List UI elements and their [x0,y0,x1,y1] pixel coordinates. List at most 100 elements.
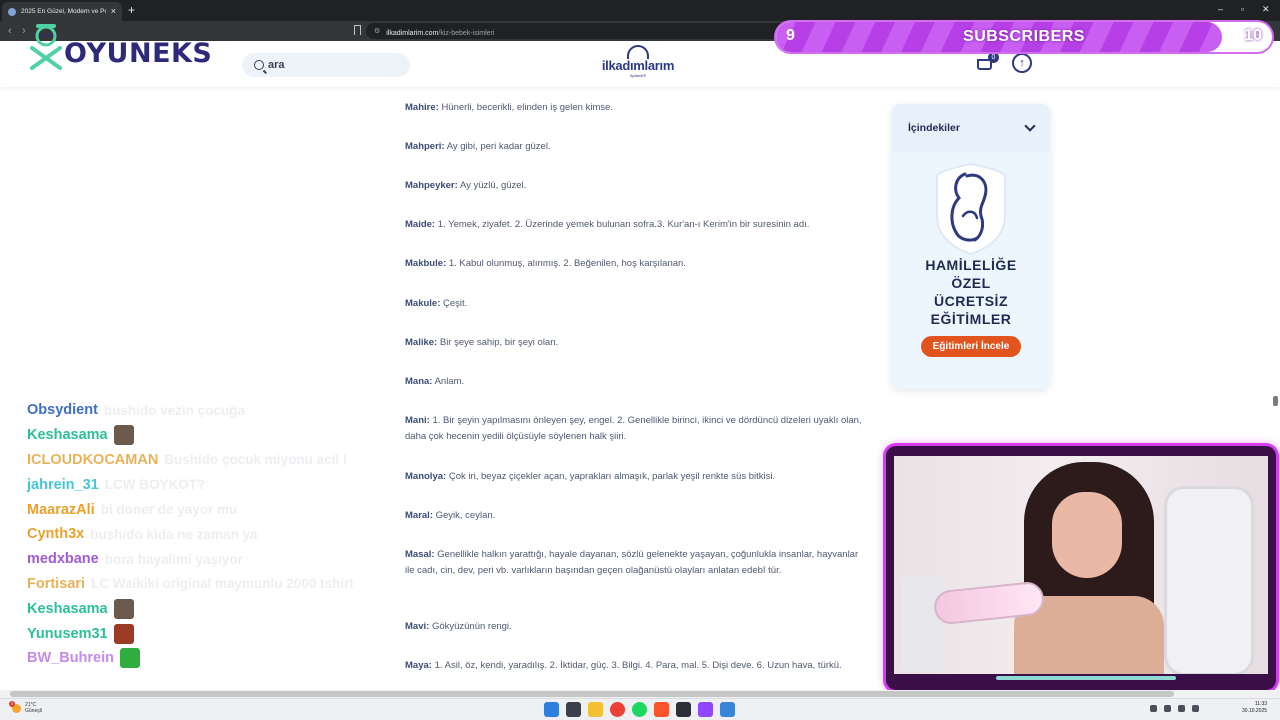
forward-icon[interactable]: › [22,24,26,38]
chat-message: medxbane bora hayalimi yaşıyor [27,547,387,572]
name-entry: Maya: 1. Asil, öz, kendi, yaradılış. 2. … [405,658,867,674]
battery-icon[interactable] [1192,705,1199,712]
horizontal-scrollbar[interactable] [0,690,1280,698]
chat-text: bushido kida ne zaman ya [90,526,258,542]
toc-header[interactable]: İçindekiler [892,104,1050,152]
entry-meaning: Gökyüzünün rengi. [431,621,512,632]
browser-tab[interactable]: 2025 En Güzel, Modern ve Popüler × [2,2,122,21]
search-input[interactable]: ara [242,53,410,77]
weather-desc: Güneşli [25,708,42,714]
chat-emote-icon [120,648,140,669]
chat-emote-icon [113,598,134,619]
tab-title: 2025 En Güzel, Modern ve Popüler [21,8,106,15]
chat-text: bi doner de yayor mu [100,502,238,518]
entry-meaning: Hünerli, becerikli, elinden iş gelen kim… [441,102,614,113]
window-close-icon[interactable]: ✕ [1262,4,1270,15]
chat-username: MaarazAli [27,501,95,518]
back-icon[interactable]: ‹ [8,24,12,38]
chat-message: Yunusem31 [27,621,387,646]
chevron-up-icon[interactable] [1150,705,1157,712]
browser-tab-bar: 2025 En Güzel, Modern ve Popüler × + – ▫… [0,0,1280,21]
chat-username: Cynth3x [27,526,85,543]
name-entry: Mahperi: Ay gibi, peri kadar güzel. [405,139,867,155]
chat-username: jahrein_31 [27,476,99,493]
logo-arch-icon [627,45,649,59]
task-view-icon[interactable] [566,702,581,717]
mic-stand [902,576,942,671]
site-logo[interactable]: ilkadımlarım Aptamil® [598,45,678,83]
chat-username: medxbane [27,551,99,568]
horizontal-scroll-thumb[interactable] [10,691,1174,697]
chat-message: Keshasama [27,596,387,621]
spotify-icon[interactable] [632,702,647,717]
bookmark-icon[interactable] [354,25,361,35]
file-explorer-icon[interactable] [588,702,603,717]
chat-username: Keshasama [27,600,108,617]
name-entry: Maide: 1. Yemek, ziyafet. 2. Üzerinde ye… [405,217,867,233]
entry-name: Mahire: [405,102,439,113]
scroll-top-button[interactable]: ↑ [1012,53,1032,73]
name-list: Mahire: Hünerli, becerikli, elinden iş g… [405,88,867,690]
search-placeholder: ara [268,59,285,71]
weather-widget[interactable]: 3 21°C Güneşli [9,700,42,714]
chat-message: BW_Buhrein [27,646,387,671]
chevron-down-icon[interactable] [1024,120,1036,132]
chat-message: ICLOUDKOCAMAN Bushido çocuk miyonu acil ! [27,448,387,473]
chrome-icon[interactable] [610,702,625,717]
notepad-icon[interactable] [720,702,735,717]
chat-username: Yunusem31 [27,625,108,642]
promo-line-2: ÖZEL [951,275,991,291]
brave-icon[interactable] [654,702,669,717]
entry-meaning: 1. Asil, öz, kendi, yaradılış. 2. İktida… [434,660,842,671]
chat-message: jahrein_31 LCW BOYKOT? [27,472,387,497]
chat-username: ICLOUDKOCAMAN [27,451,159,468]
name-entry: Mahire: Hünerli, becerikli, elinden iş g… [405,100,867,116]
stream-channel-logo: OYUNEKS [28,22,212,70]
twitch-icon[interactable] [698,702,713,717]
site-info-icon[interactable]: ⚙ [374,27,380,35]
clock-time: 11:33 [1254,701,1268,707]
new-tab-button[interactable]: + [128,3,135,17]
entry-name: Malike: [405,337,438,348]
name-entry: Manolya: Çok iri, beyaz çiçekler açan, y… [405,469,867,485]
volume-icon[interactable] [1178,705,1185,712]
cart-button[interactable]: 0 [976,52,999,71]
chat-text: bushido vezin çocuğa [103,402,245,418]
close-icon[interactable]: × [111,7,116,16]
entry-meaning: Geyik, ceylan. [435,510,496,521]
entry-name: Makule: [405,298,441,309]
name-entry: Makbule: 1. Kabul olunmuş, alınmış. 2. B… [405,256,867,272]
sun-icon: 3 [9,700,21,713]
promo-banner[interactable]: HAMİLELİĞE ÖZEL ÜCRETSİZ EĞİTİMLER Eğiti… [892,152,1050,357]
entry-meaning: Bir şeye sahip, bir şeyi olan. [439,337,559,348]
streamer-face [1052,492,1122,578]
system-clock[interactable]: 11:33 30.10.2025 [1242,701,1267,715]
entry-name: Maya: [405,660,432,671]
promo-cta-button[interactable]: Eğitimleri İncele [920,336,1022,357]
url-host: ilkadimlarim.com [386,30,439,37]
chat-emote-icon [113,623,134,644]
toc-panel: İçindekiler HAMİLELİĞE ÖZEL ÜCRETSİZ EĞİ… [892,104,1050,389]
entry-name: Manolya: [405,471,447,482]
name-entry: Makule: Çeşit. [405,296,867,312]
page-scrollbar[interactable] [1273,396,1278,406]
entry-meaning: Çeşit. [443,298,468,309]
name-entry: Mahpeyker: Ay yüzlü, güzel. [405,178,867,194]
minimize-icon[interactable]: – [1218,4,1223,14]
site-logo-text: ilkadımlarım [601,58,675,73]
stream-chat: Obsydient bushido vezin çocuğa Keshasama IC… [27,398,387,671]
network-icon[interactable] [1164,705,1171,712]
entry-name: Mahperi: [405,141,445,152]
site-logo-sub: Aptamil® [629,73,647,78]
chat-message: Fortisari LC Waikiki original maymunlu 20… [27,572,387,597]
obs-icon[interactable] [676,702,691,717]
webcam-accent-bar [996,676,1176,680]
start-menu-icon[interactable] [544,702,559,717]
chat-username: Keshasama [27,427,108,444]
chat-username: Fortisari [27,575,86,592]
chat-message: Obsydient bushido vezin çocuğa [27,398,387,423]
clock-date: 30.10.2025 [1242,708,1268,714]
maximize-icon[interactable]: ▫ [1241,4,1244,14]
entry-name: Mavi: [405,621,430,632]
entry-name: Mana: [405,376,433,387]
